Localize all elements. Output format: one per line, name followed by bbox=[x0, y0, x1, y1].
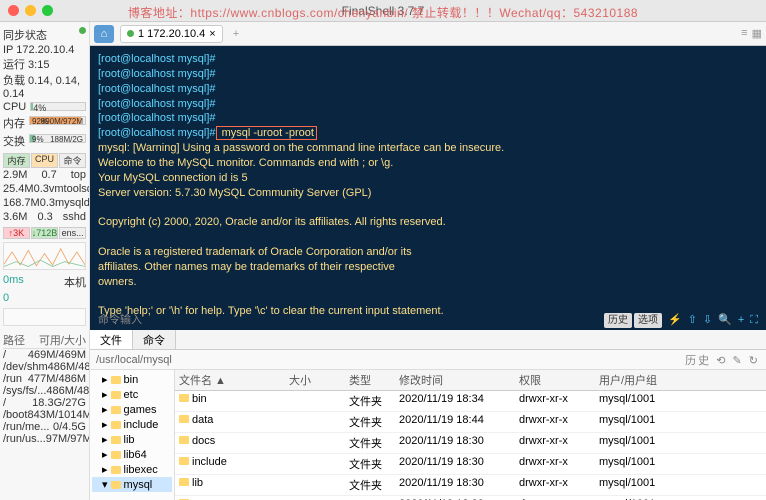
options-button[interactable]: 选项 bbox=[634, 313, 662, 329]
folder-tree[interactable]: ▸bin ▸etc ▸games ▸include ▸lib ▸lib64 ▸l… bbox=[90, 370, 175, 500]
runtime-label: 运行 3:15 bbox=[3, 56, 86, 72]
download-icon[interactable]: ⇩ bbox=[703, 313, 712, 329]
folder-icon bbox=[111, 376, 121, 384]
ip-label: IP 172.20.10.4 bbox=[3, 44, 86, 56]
host-label: 本机 bbox=[64, 274, 86, 290]
current-path[interactable]: /usr/local/mysql bbox=[96, 354, 172, 366]
cpu-header[interactable]: CPU bbox=[31, 153, 58, 168]
file-list-header[interactable]: 文件名 ▲大小类型修改时间权限用户/用户组 bbox=[175, 370, 766, 391]
network-graph bbox=[3, 242, 86, 270]
file-row[interactable]: lib文件夹2020/11/19 18:30drwxr-xr-xmysql/10… bbox=[175, 475, 766, 496]
folder-icon bbox=[179, 436, 189, 444]
folder-icon bbox=[179, 394, 189, 402]
home-button[interactable]: ⌂ bbox=[94, 25, 114, 43]
tree-node[interactable]: ▸libexec bbox=[92, 462, 172, 477]
status-dot-icon bbox=[79, 27, 86, 34]
sidebar-stats: 同步状态 IP 172.20.10.4 运行 3:15 负载 0.14, 0.1… bbox=[0, 22, 90, 500]
mem-header[interactable]: 内存 bbox=[3, 153, 30, 168]
cpu-label: CPU bbox=[3, 101, 26, 113]
search-icon[interactable]: 🔍 bbox=[718, 313, 732, 329]
tree-node-selected[interactable]: ▾mysql bbox=[92, 477, 172, 492]
net-dn: ↓712B bbox=[31, 227, 59, 239]
path-bar: /usr/local/mysql 历史 ⟲ ✎ ↻ bbox=[90, 350, 766, 370]
tree-node[interactable]: ▸games bbox=[92, 402, 172, 417]
disk-table: 路径可用/大小 /469M/469M /dev/shm486M/486M /ru… bbox=[3, 332, 86, 445]
path-tools[interactable]: 历史 ⟲ ✎ ↻ bbox=[685, 352, 760, 368]
process-list: 2.9M0.7top 25.4M0.3vmtoolsd 168.7M0.3mys… bbox=[3, 168, 86, 224]
tree-node[interactable]: ▸bin bbox=[92, 372, 172, 387]
cmd-header[interactable]: 命令 bbox=[59, 153, 86, 168]
session-tab[interactable]: 1 172.20.10.4 × bbox=[120, 25, 223, 43]
folder-icon bbox=[111, 451, 121, 459]
file-list: 文件名 ▲大小类型修改时间权限用户/用户组 bin文件夹2020/11/19 1… bbox=[175, 370, 766, 500]
tree-node[interactable]: ▸include bbox=[92, 417, 172, 432]
folder-icon bbox=[111, 436, 121, 444]
plus-icon[interactable]: + bbox=[738, 313, 744, 329]
terminal[interactable]: [root@localhost mysql]# [root@localhost … bbox=[90, 46, 766, 330]
swap-label: 交换 bbox=[3, 133, 25, 149]
upload-icon[interactable]: ⇧ bbox=[688, 313, 697, 329]
grid-icon[interactable]: ▦ bbox=[752, 27, 762, 40]
folder-icon bbox=[111, 466, 121, 474]
session-tabs: ⌂ 1 172.20.10.4 × + ≡ ▦ bbox=[90, 22, 766, 46]
folder-icon bbox=[111, 421, 121, 429]
folder-icon bbox=[111, 481, 121, 489]
file-row[interactable]: man文件夹2020/11/19 18:30drwxr-xr-xmysql/10… bbox=[175, 496, 766, 500]
bolt-icon[interactable]: ⚡ bbox=[668, 313, 682, 329]
tab-files[interactable]: 文件 bbox=[90, 330, 133, 349]
ping-graph bbox=[3, 308, 86, 326]
sync-status: 同步状态 bbox=[3, 27, 47, 43]
close-icon[interactable]: × bbox=[209, 28, 215, 40]
file-row[interactable]: include文件夹2020/11/19 18:30drwxr-xr-xmysq… bbox=[175, 454, 766, 475]
folder-icon bbox=[179, 415, 189, 423]
folder-icon bbox=[179, 478, 189, 486]
file-row[interactable]: bin文件夹2020/11/19 18:34drwxr-xr-xmysql/10… bbox=[175, 391, 766, 412]
history-button[interactable]: 历史 bbox=[604, 313, 632, 329]
loss-label: 0 bbox=[3, 292, 9, 304]
tree-node[interactable]: ▸etc bbox=[92, 387, 172, 402]
tree-node[interactable]: ▸lib bbox=[92, 432, 172, 447]
expand-icon[interactable]: ⛶ bbox=[750, 313, 758, 329]
mem-label: 内存 bbox=[3, 115, 25, 131]
tab-label: 1 172.20.10.4 bbox=[138, 28, 205, 40]
list-icon[interactable]: ≡ bbox=[741, 27, 747, 40]
net-if[interactable]: ens... bbox=[59, 227, 86, 239]
folder-icon bbox=[111, 406, 121, 414]
tab-commands[interactable]: 命令 bbox=[133, 330, 176, 349]
load-label: 负载 0.14, 0.14, 0.14 bbox=[3, 72, 86, 100]
highlighted-command: mysql -uroot -proot bbox=[216, 126, 317, 140]
command-input-label[interactable]: 命令输入 bbox=[98, 313, 142, 328]
watermark: 博客地址：https://www.cnblogs.com/chenyanbin/… bbox=[0, 4, 766, 21]
add-tab-button[interactable]: + bbox=[229, 28, 243, 40]
net-up: ↑3K bbox=[3, 227, 30, 239]
folder-icon bbox=[179, 457, 189, 465]
status-dot-icon bbox=[127, 30, 134, 37]
file-row[interactable]: data文件夹2020/11/19 18:44drwxr-xr-xmysql/1… bbox=[175, 412, 766, 433]
folder-icon bbox=[111, 391, 121, 399]
ping-label: 0ms bbox=[3, 274, 24, 290]
bottom-tabs: 文件 命令 bbox=[90, 330, 766, 350]
tree-node[interactable]: ▸lib64 bbox=[92, 447, 172, 462]
file-row[interactable]: docs文件夹2020/11/19 18:30drwxr-xr-xmysql/1… bbox=[175, 433, 766, 454]
